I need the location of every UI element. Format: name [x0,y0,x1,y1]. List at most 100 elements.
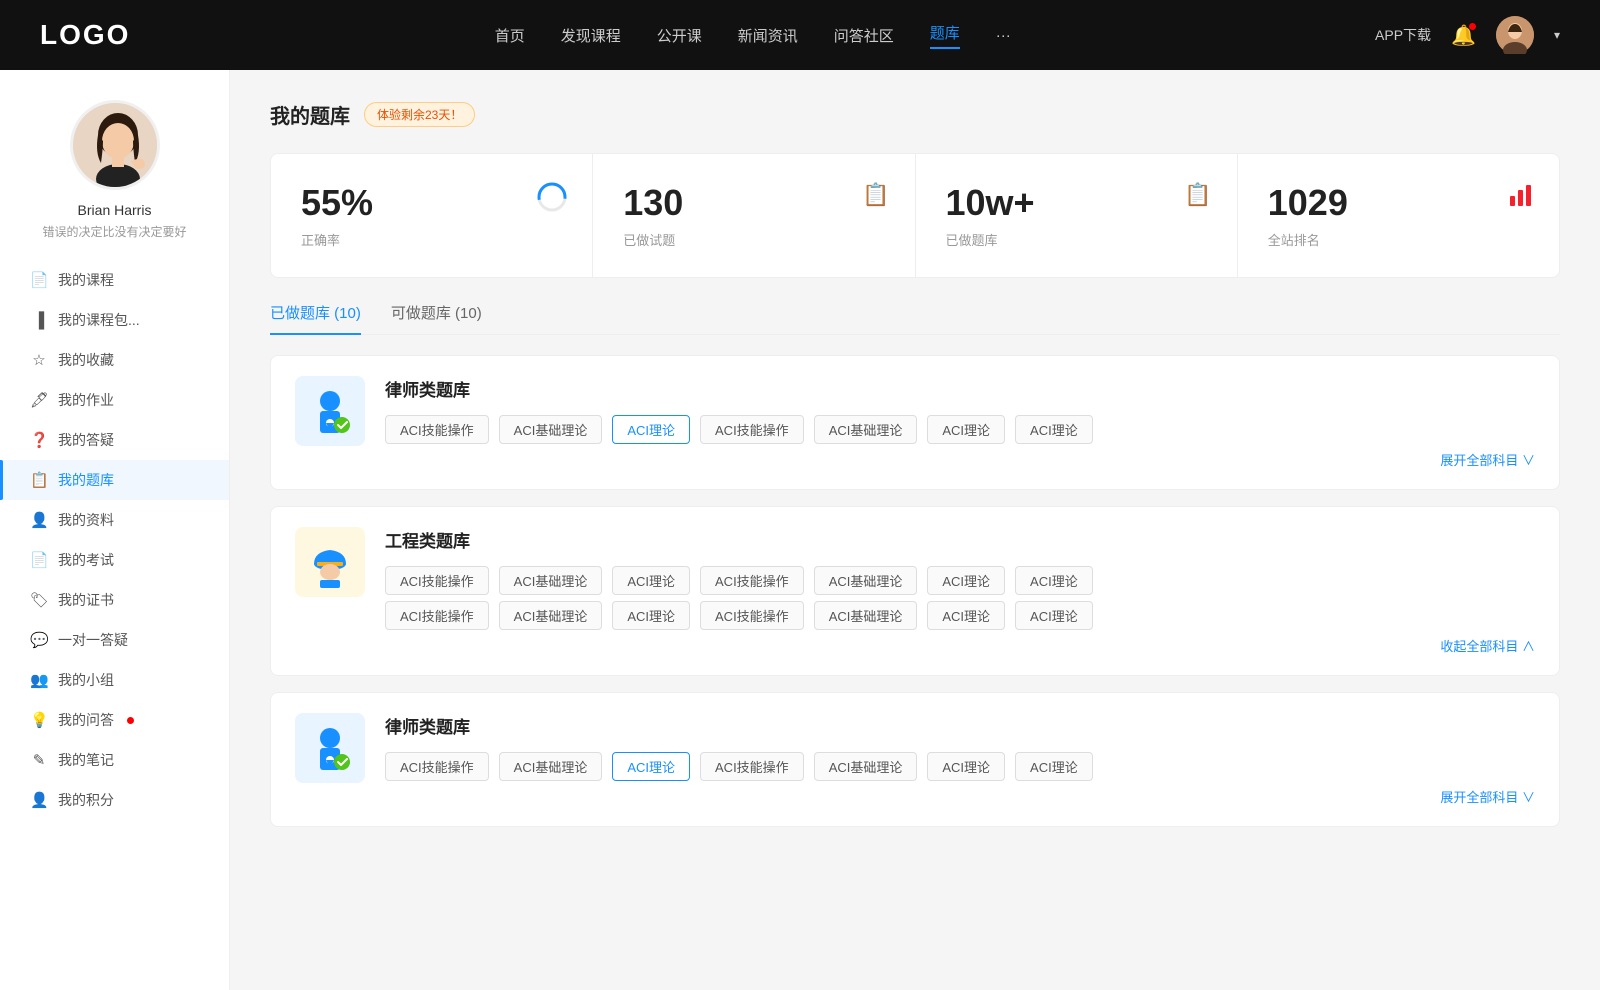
nav-qa[interactable]: 问答社区 [834,25,894,46]
tag[interactable]: ACI技能操作 [385,601,489,630]
sidebar-item-notes[interactable]: ✎ 我的笔记 [0,740,229,780]
homework-icon: 🖋 [30,391,48,409]
sidebar-item-1on1[interactable]: 💬 一对一答疑 [0,620,229,660]
engineer-icon [304,536,356,588]
tab-done[interactable]: 已做题库 (10) [270,302,361,335]
sidebar-item-points[interactable]: 👤 我的积分 [0,780,229,820]
sidebar-item-groups[interactable]: 👥 我的小组 [0,660,229,700]
notification-bell[interactable]: 🔔 [1451,23,1476,48]
nav-news[interactable]: 新闻资讯 [738,25,798,46]
exam-icon: 📄 [30,551,48,569]
stat-rank-value: 1029 [1268,182,1529,224]
tag[interactable]: ACI基础理论 [814,415,918,444]
tag[interactable]: ACI基础理论 [499,415,603,444]
tag[interactable]: ACI基础理论 [814,566,918,595]
tag[interactable]: ACI技能操作 [385,752,489,781]
tag[interactable]: ACI理论 [612,601,690,630]
groups-icon: 👥 [30,671,48,689]
tag[interactable]: ACI理论 [927,566,1005,595]
stat-done-label: 已做试题 [623,230,884,249]
main-content: 我的题库 体验剩余23天！ 55% 正确率 130 已做试题 📋 [230,70,1600,990]
trial-badge: 体验剩余23天！ [364,102,475,127]
tag-selected[interactable]: ACI理论 [612,415,690,444]
tag[interactable]: ACI基础理论 [814,752,918,781]
sidebar-item-course[interactable]: 📄 我的课程 [0,260,229,300]
sidebar: Brian Harris 错误的决定比没有决定要好 📄 我的课程 ▐ 我的课程包… [0,70,230,990]
nav-right: APP下载 🔔 ▾ [1375,16,1560,54]
tag[interactable]: ACI理论 [612,566,690,595]
qbank-title-3: 律师类题库 [385,713,1535,738]
sidebar-item-label: 我的答疑 [58,430,114,450]
tag[interactable]: ACI技能操作 [700,566,804,595]
nav-more[interactable]: ··· [996,27,1011,44]
logo: LOGO [40,19,130,51]
sidebar-item-coursepkg[interactable]: ▐ 我的课程包... [0,300,229,340]
tag[interactable]: ACI技能操作 [700,752,804,781]
course-icon: 📄 [30,271,48,289]
tag[interactable]: ACI理论 [1015,566,1093,595]
avatar[interactable] [1496,16,1534,54]
sidebar-item-myqa[interactable]: 💡 我的问答 [0,700,229,740]
avatar-chevron[interactable]: ▾ [1554,28,1560,42]
qbank-card-3: 律师类题库 ACI技能操作 ACI基础理论 ACI理论 ACI技能操作 ACI基… [270,692,1560,827]
qbank-icon-engineer [295,527,365,597]
sidebar-item-label: 一对一答疑 [58,630,128,650]
qbank-icon: 📋 [30,471,48,489]
stat-accuracy-value: 55% [301,182,562,224]
tag[interactable]: ACI理论 [1015,415,1093,444]
tag[interactable]: ACI理论 [1015,601,1093,630]
tag[interactable]: ACI理论 [927,752,1005,781]
profile-icon: 👤 [30,511,48,529]
tag[interactable]: ACI技能操作 [385,566,489,595]
tag[interactable]: ACI技能操作 [385,415,489,444]
qbank-tags-2a: ACI技能操作 ACI基础理论 ACI理论 ACI技能操作 ACI基础理论 AC… [385,566,1535,595]
tag[interactable]: ACI基础理论 [499,752,603,781]
sidebar-item-questions[interactable]: ❓ 我的答疑 [0,420,229,460]
navbar: LOGO 首页 发现课程 公开课 新闻资讯 问答社区 题库 ··· APP下载 … [0,0,1600,70]
sidebar-item-favorites[interactable]: ☆ 我的收藏 [0,340,229,380]
qbank-expand-3[interactable]: 展开全部科目 ∨ [385,787,1535,806]
sidebar-item-label: 我的课程 [58,270,114,290]
qbank-title-1: 律师类题库 [385,376,1535,401]
sidebar-item-label: 我的收藏 [58,350,114,370]
sidebar-item-label: 我的题库 [58,470,114,490]
chat-icon: 💬 [30,631,48,649]
qbank-card-1: 律师类题库 ACI技能操作 ACI基础理论 ACI理论 ACI技能操作 ACI基… [270,355,1560,490]
qbank-list: 律师类题库 ACI技能操作 ACI基础理论 ACI理论 ACI技能操作 ACI基… [270,355,1560,827]
tag[interactable]: ACI理论 [927,601,1005,630]
qbank-expand-1[interactable]: 展开全部科目 ∨ [385,450,1535,469]
sidebar-item-qbank[interactable]: 📋 我的题库 [0,460,229,500]
stat-accuracy: 55% 正确率 [271,154,593,277]
app-download-button[interactable]: APP下载 [1375,25,1431,45]
qbank-tags-2b: ACI技能操作 ACI基础理论 ACI理论 ACI技能操作 ACI基础理论 AC… [385,601,1535,630]
sidebar-item-cert[interactable]: 🏷 我的证书 [0,580,229,620]
qbank-expand-2[interactable]: 收起全部科目 ∧ [385,636,1535,655]
points-icon: 👤 [30,791,48,809]
stat-rank: 1029 全站排名 [1238,154,1559,277]
tag[interactable]: ACI理论 [927,415,1005,444]
tag-selected[interactable]: ACI理论 [612,752,690,781]
sidebar-item-exam[interactable]: 📄 我的考试 [0,540,229,580]
sidebar-item-label: 我的证书 [58,590,114,610]
page-title-row: 我的题库 体验剩余23天！ [270,100,1560,129]
stat-done: 130 已做试题 📋 [593,154,915,277]
tag[interactable]: ACI技能操作 [700,415,804,444]
sidebar-item-label: 我的资料 [58,510,114,530]
sidebar-item-profile[interactable]: 👤 我的资料 [0,500,229,540]
stat-rank-label: 全站排名 [1268,230,1529,249]
lawyer-icon-3 [304,722,356,774]
avatar-svg [73,103,160,190]
tag[interactable]: ACI基础理论 [499,601,603,630]
qbank-title-2: 工程类题库 [385,527,1535,552]
tab-available[interactable]: 可做题库 (10) [391,302,482,335]
nav-qbank[interactable]: 题库 [930,22,960,49]
tag[interactable]: ACI技能操作 [700,601,804,630]
nav-discover[interactable]: 发现课程 [561,25,621,46]
nav-opencourse[interactable]: 公开课 [657,25,702,46]
tag[interactable]: ACI基础理论 [499,566,603,595]
tag[interactable]: ACI基础理论 [814,601,918,630]
nav-home[interactable]: 首页 [495,25,525,46]
sidebar-item-homework[interactable]: 🖋 我的作业 [0,380,229,420]
tag[interactable]: ACI理论 [1015,752,1093,781]
sidebar-username: Brian Harris [78,202,152,218]
